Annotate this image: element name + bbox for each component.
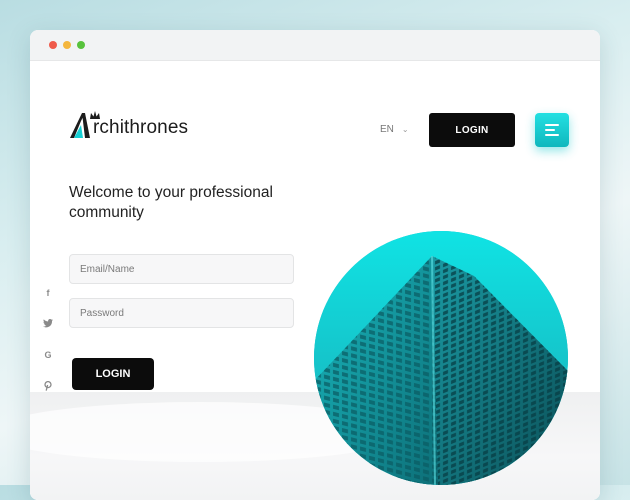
pinterest-icon[interactable] (43, 380, 53, 393)
header-login-button[interactable]: LOGIN (429, 113, 515, 147)
password-field[interactable] (69, 298, 294, 328)
welcome-heading: Welcome to your professional community (69, 184, 273, 221)
language-label: EN (380, 124, 394, 135)
chevron-down-icon: ⌄ (401, 125, 409, 134)
twitter-icon[interactable] (43, 319, 53, 330)
language-selector[interactable]: EN ⌄ (380, 124, 409, 135)
hero-building-image (314, 231, 568, 485)
brand-logo[interactable]: rchithrones (70, 107, 200, 143)
minimize-window-dot[interactable] (63, 41, 71, 49)
email-field[interactable] (69, 254, 294, 284)
page-content: rchithrones EN ⌄ LOGIN Welcome to your p… (30, 61, 600, 500)
menu-button[interactable] (535, 113, 569, 147)
hamburger-icon (545, 124, 559, 126)
maximize-window-dot[interactable] (77, 41, 85, 49)
facebook-icon[interactable]: f (43, 288, 53, 298)
google-icon[interactable]: G (43, 350, 53, 360)
close-window-dot[interactable] (49, 41, 57, 49)
browser-window: rchithrones EN ⌄ LOGIN Welcome to your p… (30, 30, 600, 500)
brand-name: rchithrones (93, 117, 189, 138)
window-titlebar (30, 30, 600, 61)
login-button[interactable]: LOGIN (72, 358, 154, 390)
